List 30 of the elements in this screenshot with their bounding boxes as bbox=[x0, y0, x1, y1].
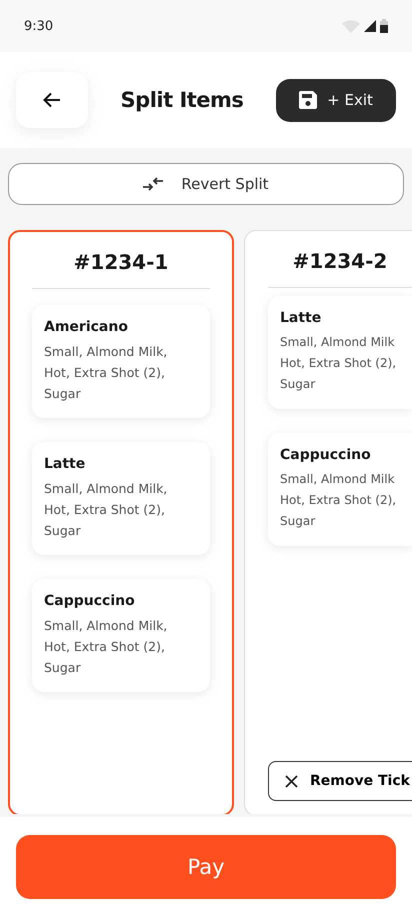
item-card[interactable]: Latte Small, Almond Milk Hot, Extra Shot (2), Sugar bbox=[268, 296, 412, 409]
ticket-number: #1234-1 bbox=[32, 232, 210, 289]
item-details: Small, Almond Milk, Hot, Extra Shot (2), Sugar bbox=[44, 480, 168, 540]
item-details: Small, Almond Milk, Hot, Extra Shot (2), Sugar bbox=[44, 617, 168, 677]
revert-split-button[interactable]: Revert Split bbox=[8, 163, 404, 205]
save-exit-button[interactable]: + Exit bbox=[276, 78, 396, 122]
page-title: Split Items bbox=[120, 88, 244, 112]
close-icon bbox=[285, 774, 298, 788]
signal-icon bbox=[364, 20, 376, 32]
item-details: Small, Almond Milk Hot, Extra Shot (2), Sugar bbox=[280, 334, 398, 393]
item-card[interactable]: Cappuccino Small, Almond Milk, Hot, Extra Shot (2), Sugar bbox=[32, 579, 210, 692]
back-arrow-icon bbox=[43, 92, 61, 108]
item-name: Latte bbox=[280, 310, 322, 326]
arrows-icon bbox=[143, 177, 164, 191]
item-name: Cappuccino bbox=[280, 447, 372, 463]
item-name: Latte bbox=[44, 456, 86, 472]
back-button[interactable] bbox=[16, 72, 88, 128]
ticket-panel[interactable]: #1234-2 Latte Small, Almond Milk Hot, Extra Shot (2), Sugar Cappuccino Small, Almond Milk Hot, Extra Shot (2), Sugar Remove Tick bbox=[244, 230, 412, 814]
item-card[interactable]: Cappuccino Small, Almond Milk Hot, Extra Shot (2), Sugar bbox=[268, 433, 412, 546]
item-name: Cappuccino bbox=[44, 593, 136, 609]
item-card[interactable]: Americano Small, Almond Milk, Hot, Extra Shot (2), Sugar bbox=[32, 305, 210, 418]
ticket-panel[interactable]: #1234-1 Americano Small, Almond Milk, Hot, Extra Shot (2), Sugar Latte Small, Almond Milk, Hot, Extra Shot (2), Sugar Cappuccino Small, Almond Milk, Hot, Extra Shot (2), Sugar bbox=[8, 230, 234, 814]
item-card[interactable]: Latte Small, Almond Milk, Hot, Extra Shot (2), Sugar bbox=[32, 442, 210, 555]
ticket-number: #1234-2 bbox=[268, 231, 412, 288]
item-details: Small, Almond Milk Hot, Extra Shot (2), Sugar bbox=[280, 471, 398, 530]
item-details: Small, Almond Milk, Hot, Extra Shot (2), Sugar bbox=[44, 343, 168, 403]
item-name: Americano bbox=[44, 319, 129, 335]
remove-ticket-button[interactable]: Remove Tick bbox=[268, 761, 412, 801]
battery-icon bbox=[380, 19, 388, 33]
status-time: 9:30 bbox=[24, 18, 54, 34]
